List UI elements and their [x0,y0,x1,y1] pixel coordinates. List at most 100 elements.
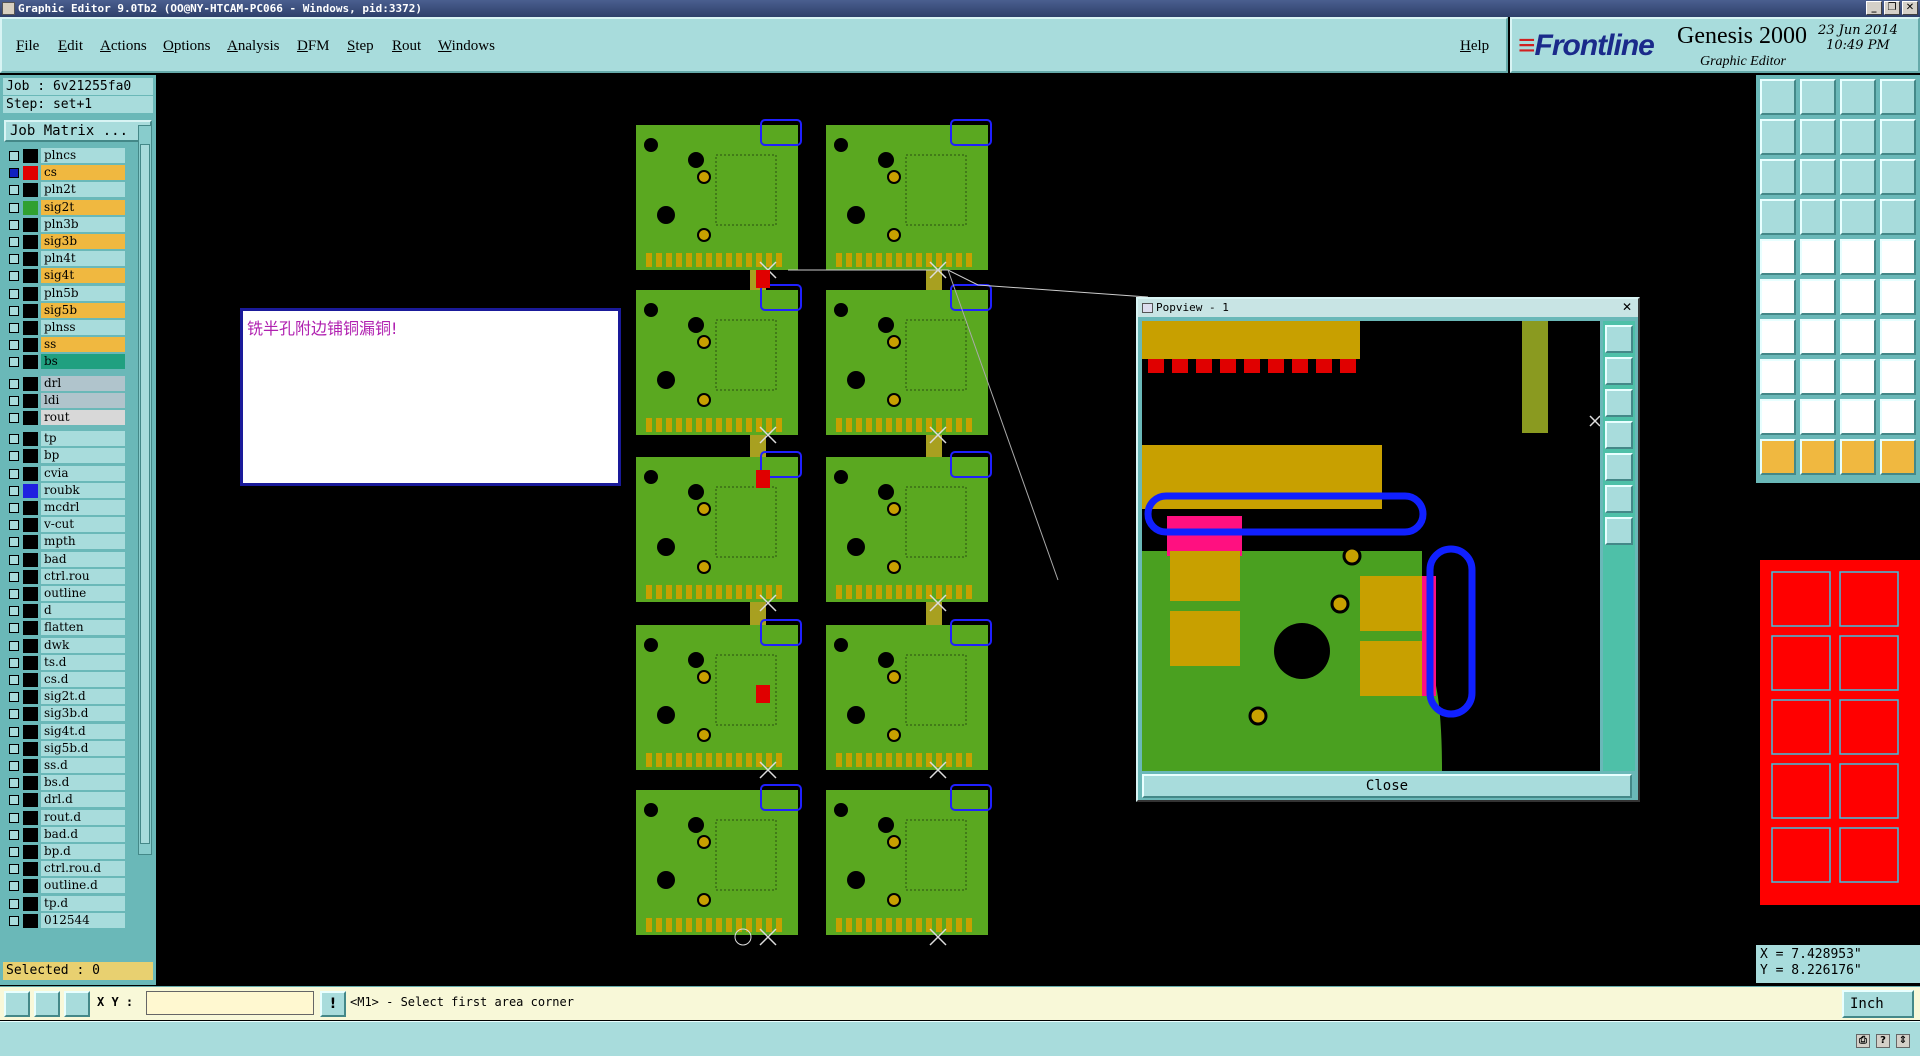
layer-row-roubk[interactable]: roubk [3,482,125,498]
layer-name[interactable]: ctrl.rou [41,568,125,584]
layer-name[interactable]: sig5b [41,302,125,318]
layer-color-swatch[interactable] [23,845,38,859]
layer-name[interactable]: bad.d [41,826,125,842]
layer-row-plnss[interactable]: plnss [3,320,125,335]
popview-window[interactable]: Popview - 1 ✕ Close [1136,297,1640,802]
layer-name[interactable]: plnss [41,320,125,335]
layer-color-swatch[interactable] [23,655,38,670]
layer-checkbox[interactable] [9,254,19,265]
layer-color-swatch[interactable] [23,913,38,928]
add-line-icon[interactable] [1800,239,1836,275]
mirror-icon[interactable] [1880,319,1916,355]
layer-row-sig3b-d[interactable]: sig3b.d [3,706,125,722]
layer-row-rout-d[interactable]: rout.d [3,809,125,825]
layer-color-swatch[interactable] [23,432,38,447]
layer-checkbox[interactable] [9,271,19,282]
layer-scrollbar[interactable] [138,125,152,855]
layer-name[interactable]: bad [41,551,125,567]
layer-checkbox[interactable] [9,726,19,737]
menu-help[interactable]: Help [1460,38,1489,55]
layer-checkbox[interactable] [9,537,19,548]
measure-icon[interactable] [1760,199,1796,235]
layer-name[interactable]: cs [41,165,125,181]
layer-row-ctrl-rou-d[interactable]: ctrl.rou.d [3,861,125,877]
layer-row-pln2t[interactable]: pln2t [3,182,125,198]
alert-icon[interactable]: ! [320,991,346,1017]
layer-color-swatch[interactable] [23,466,38,481]
layer-checkbox[interactable] [9,520,19,531]
select-icon[interactable] [1760,439,1796,475]
snap-icon[interactable] [1840,199,1876,235]
layer-checkbox[interactable] [9,589,19,599]
layer-checkbox[interactable] [9,357,19,368]
layer-checkbox[interactable] [9,202,19,213]
layer-row-bs-d[interactable]: bs.d [3,775,125,791]
layer-row-sig3b[interactable]: sig3b [3,234,125,249]
layer-color-swatch[interactable] [23,879,38,894]
zoom-out-icon[interactable] [1800,159,1836,195]
layer-row-ss[interactable]: ss [3,337,125,353]
layer-name[interactable]: v-cut [41,517,125,533]
arc-icon[interactable] [1800,399,1836,435]
layer-row-pln3b[interactable]: pln3b [3,216,125,232]
layer-color-swatch[interactable] [23,501,38,515]
layer-row-pln4t[interactable]: pln4t [3,251,125,267]
xy-input[interactable] [146,991,314,1015]
layer-color-swatch[interactable] [23,690,38,705]
open-icon[interactable] [1760,79,1796,115]
layer-name[interactable]: dwk [41,637,125,653]
layer-checkbox[interactable] [9,657,19,668]
layer-checkbox[interactable] [9,185,19,196]
copy-icon[interactable] [1880,279,1916,315]
layer-color-swatch[interactable] [23,707,38,722]
layer-color-swatch[interactable] [23,321,38,335]
layer-name[interactable]: mcdrl [41,500,125,515]
layer-color-swatch[interactable] [23,286,38,301]
layer-color-swatch[interactable] [23,587,38,601]
break-icon[interactable] [1800,359,1836,395]
layer-checkbox[interactable] [9,692,19,703]
printer-icon[interactable]: ⎙ [1856,1034,1870,1048]
layer-checkbox[interactable] [9,219,19,230]
layer-checkbox[interactable] [9,795,19,806]
layer-checkbox[interactable] [9,237,19,247]
arc3-icon[interactable] [1880,399,1916,435]
restore-button[interactable]: ❐ [1884,1,1900,15]
layer-color-swatch[interactable] [23,518,38,533]
layer-name[interactable]: sig2t.d [41,689,125,705]
layer-color-swatch[interactable] [23,149,38,163]
layer-name[interactable]: bs.d [41,775,125,791]
layer-row-ctrl-rou[interactable]: ctrl.rou [3,568,125,584]
layer-name[interactable]: pln2t [41,182,125,198]
layer-checkbox[interactable] [9,761,19,771]
layer-color-swatch[interactable] [23,183,38,198]
layer-name[interactable]: roubk [41,482,125,498]
zoom-window-icon[interactable] [1840,119,1876,155]
layer-color-swatch[interactable] [23,673,38,687]
layer-color-swatch[interactable] [23,896,38,911]
menu-edit[interactable]: Edit [58,38,83,55]
popview-tool-7[interactable] [1605,517,1633,545]
panel-thumbnail[interactable] [1760,560,1920,905]
connect-icon[interactable] [1760,279,1796,315]
layer-checkbox[interactable] [9,305,19,316]
delete-icon[interactable] [1800,279,1836,315]
layer-color-swatch[interactable] [23,303,38,318]
layer-color-swatch[interactable] [23,638,38,653]
layer-row-ss-d[interactable]: ss.d [3,758,125,773]
layer-row-ts-d[interactable]: ts.d [3,654,125,670]
layer-color-swatch[interactable] [23,166,38,181]
layer-name[interactable]: tp [41,431,125,447]
layer-row-rout[interactable]: rout [3,410,125,425]
layer-color-swatch[interactable] [23,483,38,498]
layer-name[interactable]: cs.d [41,672,125,687]
layer-row-ldi[interactable]: ldi [3,392,125,408]
add-circle-icon[interactable] [1880,239,1916,275]
menu-rout[interactable]: Rout [392,38,421,55]
layer-row-d[interactable]: d [3,603,125,619]
line-icon[interactable] [1760,319,1796,355]
popview-tool-1[interactable] [1605,325,1633,353]
menu-dfm[interactable]: DFM [297,38,330,55]
layer-row-flatten[interactable]: flatten [3,620,125,636]
layer-color-swatch[interactable] [23,535,38,550]
